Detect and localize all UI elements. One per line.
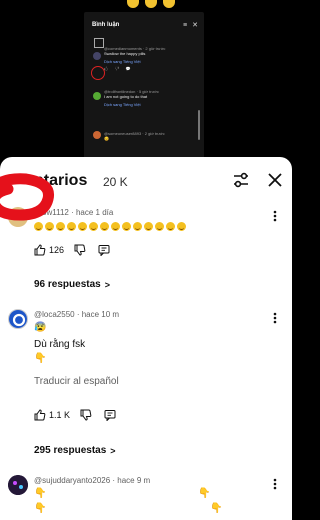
comment-text: Dù rằng fsk [34, 339, 86, 350]
comment-count: 20 K [103, 175, 128, 189]
chevron-right-icon: > [110, 445, 116, 456]
selection-box [94, 38, 104, 48]
replies-button[interactable]: 295 respuestas > [34, 445, 116, 456]
replies-button[interactable]: 96 respuestas > [34, 279, 110, 290]
avatar[interactable] [8, 475, 28, 495]
like-count: 126 [49, 245, 65, 255]
mini-comment: @trollfrontlinedon · 5 giờ trước I am no… [104, 89, 159, 107]
more-icon[interactable] [269, 209, 281, 223]
replies-label: 295 respuestas [34, 445, 107, 456]
translate-link[interactable]: Traducir al español [34, 376, 119, 387]
like-count: 1.1 K [49, 410, 71, 420]
reply-icon[interactable] [98, 244, 110, 256]
mini-comment: @someoneuser8893 · 2 giờ trước 😊 [104, 131, 165, 141]
like-icon[interactable] [34, 409, 46, 421]
like-icon[interactable] [34, 244, 46, 256]
comments-sheet: ntarios 20 K allow1112 · hace 1 día 126 … [0, 157, 292, 520]
comment-meta: @sujuddaryanto2026 · hace 9 m [34, 476, 151, 485]
embedded-title: Bình luận [92, 22, 120, 28]
embedded-header: Bình luận ≡ ✕ [92, 18, 200, 32]
dislike-icon[interactable] [74, 244, 86, 256]
comment-actions: 1.1 K [34, 409, 116, 421]
mini-avatar [93, 52, 101, 60]
comment-item: @sujuddaryanto2026 · hace 9 m 👇 👇 👇 👇 [0, 473, 292, 520]
red-annotation-mark [0, 173, 54, 221]
comment-item: @loca2550 · hace 10 m 😰 Dù rằng fsk 👇 Tr… [0, 305, 292, 445]
emoji-strip [118, 0, 184, 10]
mini-avatar [93, 131, 101, 139]
embedded-filter-icon: ≡ [182, 21, 188, 29]
filter-icon[interactable] [231, 170, 251, 190]
red-annotation-circle [91, 66, 105, 80]
comment-meta: @loca2550 · hace 10 m [34, 310, 120, 319]
more-icon[interactable] [269, 477, 281, 491]
pointing-down-emoji: 👇 [210, 503, 223, 514]
mini-avatar [93, 92, 101, 100]
chevron-right-icon: > [104, 279, 110, 290]
comment-emoji: 😰 [34, 322, 47, 333]
avatar[interactable] [8, 309, 28, 329]
video-player[interactable]: Bình luận ≡ ✕ @comedianmoments · 2 giờ t… [0, 0, 292, 160]
replies-label: 96 respuestas [34, 279, 101, 290]
pointing-down-emoji: 👇 [34, 503, 47, 514]
reply-icon[interactable] [104, 409, 116, 421]
avatar-image-icon [8, 475, 28, 495]
screen: Bình luận ≡ ✕ @comedianmoments · 2 giờ t… [0, 0, 292, 520]
embedded-close-icon: ✕ [192, 22, 198, 29]
avatar-logo-icon [9, 310, 27, 328]
embedded-scrollbar [198, 110, 200, 140]
pointing-down-emoji: 👇 [34, 353, 47, 364]
dislike-icon[interactable] [80, 409, 92, 421]
close-icon[interactable] [265, 170, 285, 190]
comment-actions: 126 [34, 244, 110, 256]
mini-comment: @comedianmoments · 2 giờ trước Swallow t… [104, 46, 166, 71]
more-icon[interactable] [269, 311, 281, 325]
pointing-down-emoji: 👇 [34, 488, 47, 499]
pointing-down-emoji: 👇 [198, 488, 211, 499]
